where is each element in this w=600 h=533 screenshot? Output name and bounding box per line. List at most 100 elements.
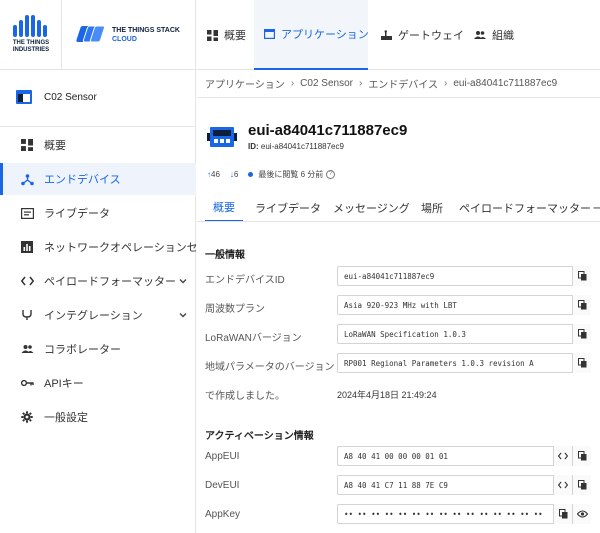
lorawan-version-value: LoRaWAN Specification 1.0.3 (344, 330, 466, 339)
sidebar-item-general-settings[interactable]: 一般設定 (0, 401, 196, 433)
field-label-dev-eui: DevEUI (205, 480, 240, 491)
bar-chart-icon (20, 240, 34, 254)
integration-icon (20, 308, 34, 322)
tts-logo-title: THE THINGS STACK (112, 27, 180, 34)
key-icon (20, 376, 34, 390)
toggle-byte-order-button[interactable] (553, 475, 572, 495)
app-eui-field: A8 40 41 00 00 00 01 01 (337, 446, 591, 466)
device-id-field-value: eui-a84041c711887ec9 (344, 272, 435, 281)
activation-info-title: アクティベーション情報 (205, 431, 314, 442)
downlink-count-value: 6 (233, 170, 239, 179)
tab-live-data[interactable]: ライブデータ (255, 194, 321, 221)
code-icon (558, 452, 568, 460)
copy-button[interactable] (572, 475, 591, 495)
app-key-field: •• •• •• •• •• •• •• •• •• •• •• •• •• •… (337, 504, 591, 524)
sidebar-item-label: コラボレーター (44, 344, 121, 356)
copy-button[interactable] (572, 266, 591, 286)
copy-button[interactable] (572, 353, 591, 373)
copy-icon (577, 300, 586, 310)
general-info-title: 一般情報 (205, 250, 245, 261)
sidebar-item-integrations[interactable]: インテグレーション (0, 299, 196, 331)
sidebar-divider (0, 126, 196, 127)
sidebar-app-name: C02 Sensor (44, 91, 97, 103)
copy-icon (577, 358, 586, 368)
breadcrumb-applications[interactable]: アプリケーション (205, 76, 285, 91)
sidebar-item-label: インテグレーション (44, 310, 143, 322)
field-label-created: で作成しました。 (205, 391, 285, 402)
tab-location[interactable]: 場所 (421, 194, 443, 221)
main-content: アプリケーション › C02 Sensor › エンドデバイス › eui-a8… (197, 70, 600, 533)
chevron-right-icon: › (290, 78, 295, 89)
copy-button[interactable] (572, 446, 591, 466)
chevron-right-icon: › (358, 78, 363, 89)
tts-logo-subtitle: CLOUD (112, 36, 137, 43)
field-label-app-eui: AppEUI (205, 451, 240, 462)
copy-icon (577, 480, 586, 490)
nav-applications-label: アプリケーション (281, 29, 369, 41)
field-label-frequency-plan: 周波数プラン (205, 304, 265, 315)
dev-eui-value: A8 40 41 C7 11 88 7E C9 (344, 481, 448, 490)
dev-eui-field: A8 40 41 C7 11 88 7E C9 (337, 475, 591, 495)
breadcrumb-divider (197, 97, 600, 98)
app-eui-value: A8 40 41 00 00 00 01 01 (344, 452, 448, 461)
nav-organizations-label: 組織 (492, 30, 514, 42)
top-navigation: THE THINGS INDUSTRIES THE THINGS STACK C… (0, 0, 600, 70)
sidebar-item-overview[interactable]: 概要 (0, 129, 196, 161)
tti-logo-line2: INDUSTRIES (12, 47, 50, 53)
tts-logo-icon (76, 25, 106, 43)
frequency-plan-field: Asia 920-923 MHz with LBT (337, 295, 591, 315)
sidebar-item-network-operations[interactable]: ネットワークオペレーションセンター (0, 231, 196, 263)
device-tabs: 概要 ライブデータ メッセージング 場所 ペイロードフォーマッター 一 (197, 194, 600, 222)
copy-icon (558, 509, 567, 519)
regional-parameters-value: RP001 Regional Parameters 1.0.3 revision… (344, 359, 534, 368)
application-icon (16, 90, 32, 104)
copy-icon (577, 451, 586, 461)
chevron-right-icon: › (444, 78, 448, 89)
tts-logo[interactable]: THE THINGS STACK CLOUD (62, 0, 196, 70)
grid-icon (206, 29, 218, 41)
nav-organizations[interactable]: 組織 (474, 0, 514, 70)
breadcrumb: アプリケーション › C02 Sensor › エンドデバイス › eui-a8… (205, 70, 557, 97)
copy-button[interactable] (553, 504, 572, 524)
grid-icon (20, 138, 34, 152)
people-icon (474, 29, 486, 41)
nav-gateways[interactable]: ゲートウェイ (380, 0, 464, 70)
downlink-count: ↓ 6 (230, 170, 238, 179)
device-id-label: ID: (248, 142, 259, 151)
help-icon[interactable]: ? (326, 170, 336, 179)
sidebar-item-label: ネットワークオペレーションセンター (44, 242, 196, 254)
copy-button[interactable] (572, 324, 591, 344)
device-stats: ↑ 46 ↓ 6 最後に閲覧 6 分前 ? (207, 169, 345, 180)
sidebar-item-api-keys[interactable]: APIキー (0, 367, 196, 399)
sidebar-item-payload-formatters[interactable]: ペイロードフォーマッター (0, 265, 196, 297)
sidebar-item-end-devices[interactable]: エンドデバイス (0, 163, 196, 195)
tab-more[interactable]: 一 (593, 194, 600, 221)
tab-payload-formatters[interactable]: ペイロードフォーマッター (459, 194, 591, 221)
field-label-device-id: エンドデバイスID (205, 275, 285, 286)
sidebar-item-collaborators[interactable]: コラボレーター (0, 333, 196, 365)
tab-overview[interactable]: 概要 (205, 194, 243, 221)
uplink-count: ↑ 46 (207, 170, 220, 179)
tti-logo[interactable]: THE THINGS INDUSTRIES (0, 0, 62, 70)
nav-overview[interactable]: 概要 (206, 0, 246, 70)
toggle-byte-order-button[interactable] (553, 446, 572, 466)
nav-overview-label: 概要 (224, 30, 246, 42)
copy-icon (577, 329, 586, 339)
breadcrumb-end-devices[interactable]: エンドデバイス (368, 76, 438, 91)
live-data-icon (20, 206, 34, 220)
last-seen-text: 最後に閲覧 6 分前 (258, 170, 324, 179)
show-value-button[interactable] (572, 504, 591, 524)
sidebar-app-header[interactable]: C02 Sensor (16, 90, 97, 104)
sidebar-item-label: 一般設定 (44, 412, 88, 424)
tab-messaging[interactable]: メッセージング (333, 194, 410, 221)
chevron-down-icon (179, 279, 187, 284)
copy-button[interactable] (572, 295, 591, 315)
device-id: ID: eui-a84041c711887ec9 (248, 142, 344, 151)
breadcrumb-application[interactable]: C02 Sensor (300, 78, 353, 89)
code-icon (558, 481, 568, 489)
device-id-field: eui-a84041c711887ec9 (337, 266, 591, 286)
nav-applications[interactable]: アプリケーション (254, 0, 369, 70)
field-label-app-key: AppKey (205, 509, 241, 520)
device-title: eui-a84041c711887ec9 (248, 122, 408, 139)
sidebar-item-live-data[interactable]: ライブデータ (0, 197, 196, 229)
